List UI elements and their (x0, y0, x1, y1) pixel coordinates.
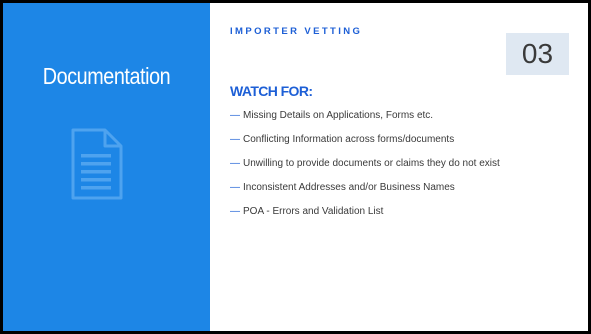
dash-bullet: — (230, 182, 240, 193)
list-item: — Conflicting Information across forms/do… (230, 132, 500, 156)
sidebar-panel: Documentation (3, 3, 210, 331)
list-item: — Missing Details on Applications, Forms … (230, 108, 500, 132)
dash-bullet: — (230, 158, 240, 169)
slide-number: 03 (521, 38, 554, 69)
content-panel: IMPORTER VETTING 03 WATCH FOR: — Missing … (210, 3, 588, 331)
list-item-text: Inconsistent Addresses and/or Business N… (243, 182, 455, 193)
slide-number-box: 03 (506, 33, 569, 75)
slide: Documentation IMPORTER VETTING 03 WATCH … (3, 3, 588, 331)
list-item-text: Conflicting Information across forms/doc… (243, 134, 455, 145)
dash-bullet: — (230, 134, 240, 145)
list-item: — Inconsistent Addresses and/or Business … (230, 180, 500, 204)
watch-for-heading: WATCH FOR: (230, 83, 313, 99)
document-icon (71, 128, 123, 200)
dash-bullet: — (230, 206, 240, 217)
list-item-text: Unwilling to provide documents or claims… (243, 158, 500, 169)
list-item-text: Missing Details on Applications, Forms e… (243, 110, 434, 121)
list-item: — POA - Errors and Validation List (230, 204, 500, 228)
watch-list: — Missing Details on Applications, Forms … (230, 108, 500, 228)
dash-bullet: — (230, 110, 240, 121)
list-item-text: POA - Errors and Validation List (243, 206, 384, 217)
list-item: — Unwilling to provide documents or claim… (230, 156, 500, 180)
section-kicker: IMPORTER VETTING (230, 26, 363, 37)
section-title: Documentation (42, 63, 171, 89)
